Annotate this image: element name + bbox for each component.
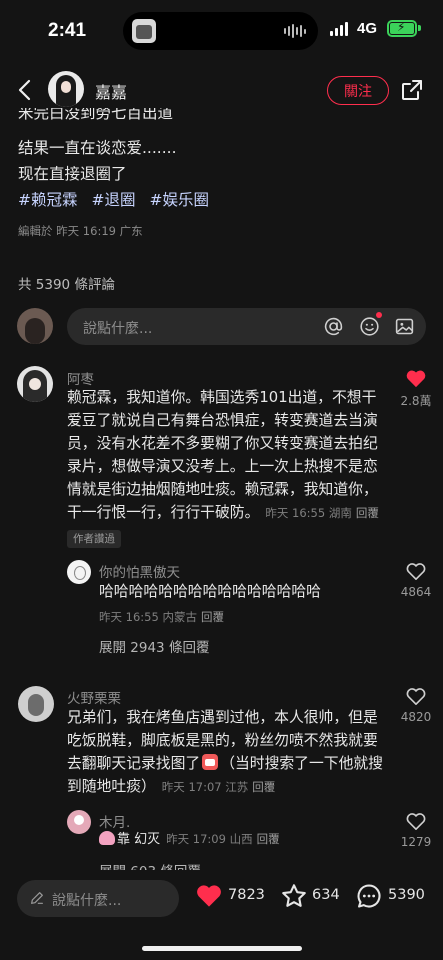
author-liked-tag: 作者讚過 <box>67 530 121 548</box>
status-time: 2:41 <box>48 20 87 41</box>
reply-body[interactable]: 靠 幻灭 昨天 17:09 山西 回覆 <box>99 830 280 849</box>
comment-body[interactable]: 兄弟们，我在烤鱼店遇到过他，本人很帅，但是吃饭脱鞋，脚底板是黑的，粉丝勿喷不然我… <box>67 706 383 799</box>
like-heart-icon[interactable] <box>195 882 223 908</box>
comment-meta: 昨天 17:07 江苏 <box>161 780 249 794</box>
replier-name[interactable]: 你的怕黑傲天 <box>99 561 180 581</box>
commenter-name[interactable]: 火野栗栗 <box>67 687 121 707</box>
edited-timestamp: 編輯於 昨天 16:19 广东 <box>18 224 143 238</box>
share-icon[interactable] <box>400 78 424 102</box>
emoji-icon[interactable] <box>359 316 380 337</box>
home-indicator[interactable] <box>142 946 302 951</box>
reply-link[interactable]: 回覆 <box>257 832 280 846</box>
bottom-action-bar: 說點什麼... 7823 634 5390 <box>0 870 443 960</box>
back-chevron-icon[interactable] <box>14 78 38 102</box>
cellular-signal-icon <box>330 22 348 36</box>
reply-link[interactable]: 回覆 <box>356 506 379 520</box>
expand-replies-link[interactable]: 展開 2943 條回覆 <box>99 636 209 656</box>
author-name[interactable]: 嘉嘉 <box>95 79 127 103</box>
status-bar: 2:41 4G ⚡ <box>0 0 443 62</box>
heart-icon[interactable] <box>405 561 427 581</box>
hashtag-list: #赖冠霖 #退圈 #娱乐圈 <box>18 188 209 210</box>
author-avatar[interactable] <box>48 71 84 107</box>
commenter-avatar[interactable] <box>18 686 54 722</box>
emoji-image <box>99 831 115 845</box>
post-text-line: 现在直接退圈了 <box>18 165 127 183</box>
battery-tip <box>418 25 421 31</box>
reply-link[interactable]: 回覆 <box>252 780 275 794</box>
emoji-notification-dot <box>376 312 382 318</box>
post-text-partial-line: 米完白没到勞七百出道 <box>18 108 174 122</box>
replier-avatar[interactable] <box>67 810 91 834</box>
bottom-input-placeholder: 說點什麼... <box>52 893 122 909</box>
like-count: 4820 <box>400 710 432 724</box>
like-count: 1279 <box>400 835 432 849</box>
battery-icon: ⚡ <box>387 20 417 37</box>
star-total: 634 <box>312 887 340 903</box>
comments-count: 共 5390 條評論 <box>18 277 115 293</box>
reply-meta: 昨天 16:55 内蒙古 回覆 <box>99 610 224 624</box>
comment-bubble-icon[interactable] <box>355 882 383 910</box>
current-user-avatar <box>17 308 53 344</box>
replier-name[interactable]: 木月. <box>99 811 130 831</box>
comment-total: 5390 <box>388 887 425 903</box>
heart-icon[interactable] <box>405 686 427 706</box>
comment-meta: 昨天 16:55 湖南 <box>265 506 352 520</box>
reply-link[interactable]: 回覆 <box>201 610 224 624</box>
like-count: 2.8萬 <box>400 394 432 408</box>
commenter-name[interactable]: 阿枣 <box>67 368 94 388</box>
follow-button[interactable]: 關注 <box>327 76 389 105</box>
emoji-image <box>202 754 219 770</box>
like-count: 4864 <box>400 585 432 599</box>
liked-heart-icon[interactable] <box>405 368 427 388</box>
comment-input[interactable]: 說點什麼... <box>67 308 426 345</box>
audio-waveform-icon <box>284 24 306 38</box>
reply-meta: 昨天 17:09 山西 <box>166 832 253 846</box>
like-total: 7823 <box>228 887 265 903</box>
mention-icon[interactable] <box>323 316 344 337</box>
heart-icon[interactable] <box>405 811 427 831</box>
comment-body[interactable]: 赖冠霖，我知道你。韩国选秀101出道，不想干爱豆了就说自己有舞台恐惧症，转变赛道… <box>67 386 389 525</box>
commenter-avatar[interactable] <box>17 366 53 402</box>
bottom-comment-input[interactable]: 說點什麼... <box>17 880 179 917</box>
now-playing-thumbnail <box>132 19 156 43</box>
hashtag[interactable]: #退圈 <box>92 188 136 210</box>
pen-icon <box>31 892 43 904</box>
hashtag[interactable]: #娱乐圈 <box>150 188 210 210</box>
comment-input-placeholder: 說點什麼... <box>83 321 153 337</box>
network-type: 4G <box>357 20 378 37</box>
star-icon[interactable] <box>280 882 308 910</box>
replier-avatar[interactable] <box>67 560 91 584</box>
image-icon[interactable] <box>394 316 415 337</box>
post-text-line: 结果一直在谈恋爱....... <box>18 139 177 157</box>
charging-bolt-icon: ⚡ <box>397 20 406 34</box>
reply-body[interactable]: 哈哈哈哈哈哈哈哈哈哈哈哈哈哈哈 <box>99 580 321 603</box>
hashtag[interactable]: #赖冠霖 <box>18 188 78 210</box>
dynamic-island[interactable] <box>123 12 318 50</box>
